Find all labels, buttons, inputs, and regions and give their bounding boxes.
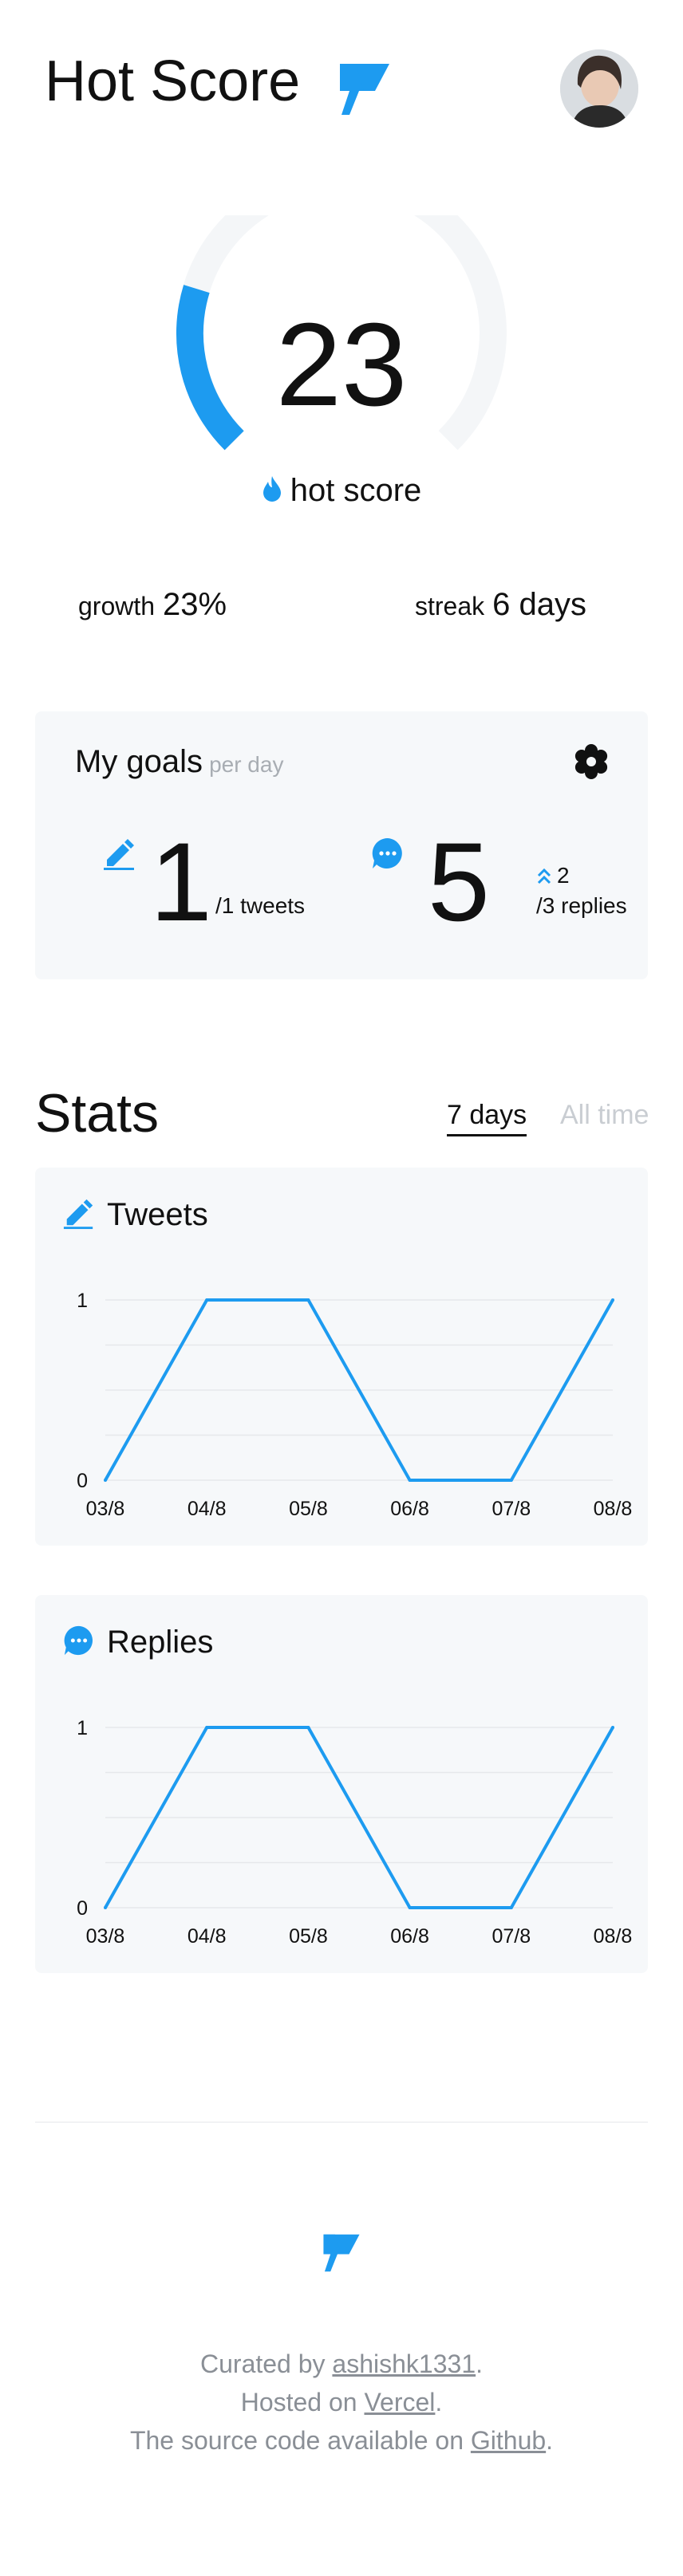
stats-title: Stats	[35, 1083, 159, 1144]
data-point	[509, 1906, 513, 1909]
x-tick-label: 05/8	[289, 1498, 328, 1520]
x-tick-label: 08/8	[594, 1925, 633, 1948]
avatar-image	[560, 49, 638, 128]
footer-period: .	[476, 2350, 483, 2378]
x-tick-label: 03/8	[86, 1925, 125, 1948]
footer-source: The source code available on Github.	[0, 2421, 683, 2460]
replies-delta-row: 2	[536, 861, 570, 890]
data-point	[306, 1726, 310, 1729]
x-tick-label: 06/8	[390, 1498, 429, 1520]
y-tick-label: 1	[77, 1717, 88, 1739]
curator-link[interactable]: ashishk1331	[332, 2350, 476, 2378]
tweets-chart-card: Tweets 1 0 03/8 04/8 05/8 06/8 07/8 08/8	[35, 1168, 648, 1546]
data-point	[306, 1298, 310, 1302]
streak-value: 6 days	[492, 587, 586, 622]
goals-card: My goals per day 1 /1 tweets 5 2 /3 repl…	[35, 711, 648, 979]
x-tick-label: 06/8	[390, 1925, 429, 1948]
footer-period: .	[546, 2426, 554, 2455]
replies-target: /3 replies	[536, 893, 627, 918]
data-point	[611, 1298, 614, 1302]
data-point	[611, 1726, 614, 1729]
flag-logo-icon[interactable]	[322, 2233, 361, 2273]
x-tick-label: 07/8	[492, 1498, 531, 1520]
goals-title-row: My goals per day	[75, 742, 283, 785]
x-tick-label: 08/8	[594, 1498, 633, 1520]
data-point	[205, 1726, 209, 1729]
x-tick-label: 03/8	[86, 1498, 125, 1520]
replies-delta: 2	[557, 863, 570, 888]
y-tick-label: 1	[77, 1290, 88, 1312]
growth-value: 23%	[163, 587, 227, 622]
avatar[interactable]	[560, 49, 638, 128]
y-tick-label: 0	[77, 1470, 88, 1492]
footer-period: .	[435, 2388, 443, 2416]
fire-icon	[263, 476, 281, 502]
page-title: Hot Score	[45, 49, 301, 113]
data-point	[104, 1479, 107, 1482]
tweets-goal: 1 /1 tweets	[102, 826, 334, 938]
tweets-target: /1 tweets	[215, 893, 306, 918]
footer-divider	[35, 2121, 648, 2123]
footer-hosted-text: Hosted on	[240, 2388, 365, 2416]
pencil-icon	[104, 839, 134, 870]
gear-icon[interactable]	[573, 743, 610, 780]
flag-logo-icon[interactable]	[338, 62, 391, 116]
replies-goal: 5 2 /3 replies	[370, 819, 627, 944]
tab-all-time[interactable]: All time	[560, 1096, 649, 1134]
replies-line-chart: 1 0 03/8 04/8 05/8 06/8 07/8 08/8	[77, 1717, 633, 1948]
footer-curated: Curated by ashishk1331.	[0, 2345, 683, 2383]
footer-source-text: The source code available on	[129, 2426, 471, 2455]
data-point	[104, 1906, 107, 1909]
replies-count: 5	[428, 819, 490, 944]
goals-title: My goals	[75, 744, 203, 779]
x-tick-label: 05/8	[289, 1925, 328, 1948]
hot-score-label: hot score	[290, 473, 422, 508]
github-link[interactable]: Github	[471, 2426, 546, 2455]
data-point	[509, 1479, 513, 1482]
x-tick-label: 04/8	[188, 1925, 227, 1948]
tab-7-days[interactable]: 7 days	[447, 1096, 527, 1136]
tweets-count: 1	[150, 819, 212, 944]
x-tick-label: 07/8	[492, 1925, 531, 1948]
data-point	[408, 1479, 412, 1482]
x-tick-label: 04/8	[188, 1498, 227, 1520]
vercel-link[interactable]: Vercel	[364, 2388, 435, 2416]
hot-score-label-row: hot score	[0, 471, 683, 510]
footer-hosted: Hosted on Vercel.	[0, 2383, 683, 2421]
hot-score-value: 23	[275, 299, 408, 431]
footer-curated-text: Curated by	[200, 2350, 333, 2378]
growth-metric: growth 23%	[78, 581, 227, 636]
replies-chart-card: Replies 1 0 03/8 04/8 05/8 06/8 07/8 08/8	[35, 1595, 648, 1973]
growth-label: growth	[78, 592, 156, 620]
chat-bubble-icon	[372, 837, 402, 869]
data-point	[408, 1906, 412, 1909]
data-point	[205, 1298, 209, 1302]
y-tick-label: 0	[77, 1897, 88, 1920]
tweets-line-chart: 1 0 03/8 04/8 05/8 06/8 07/8 08/8	[77, 1290, 633, 1520]
chevrons-up-icon	[537, 868, 551, 884]
goals-subtitle: per day	[209, 752, 284, 777]
streak-metric: streak 6 days	[415, 581, 586, 636]
streak-label: streak	[415, 592, 485, 620]
